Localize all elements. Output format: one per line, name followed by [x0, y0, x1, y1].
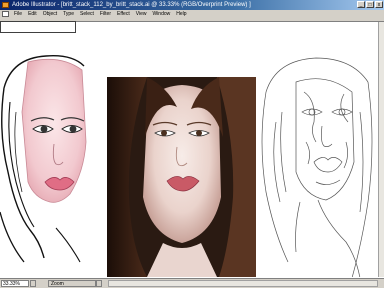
- window-controls: _ □ x: [357, 1, 383, 8]
- outline-line-art[interactable]: [256, 52, 381, 277]
- menu-help[interactable]: Help: [173, 10, 189, 19]
- artboard-canvas[interactable]: [0, 22, 384, 277]
- window-title: Adobe Illustrator - [britt_stack_112_by_…: [12, 2, 251, 8]
- close-button[interactable]: x: [375, 1, 383, 8]
- menu-edit[interactable]: Edit: [25, 10, 40, 19]
- menu-effect[interactable]: Effect: [114, 10, 133, 19]
- title-bar: Adobe Illustrator - [britt_stack_112_by_…: [0, 0, 384, 10]
- menu-object[interactable]: Object: [40, 10, 60, 19]
- menu-bar: File Edit Object Type Select Filter Effe…: [0, 10, 384, 19]
- status-bar: 33.33% Zoom: [0, 278, 384, 288]
- illustrator-app-icon[interactable]: [2, 2, 9, 8]
- menu-select[interactable]: Select: [77, 10, 97, 19]
- status-field: Zoom: [48, 280, 96, 287]
- maximize-button[interactable]: □: [366, 1, 374, 8]
- zoom-dropdown-arrow[interactable]: [30, 280, 36, 287]
- floating-panel[interactable]: [0, 21, 76, 33]
- minimize-button[interactable]: _: [357, 1, 365, 8]
- menu-window[interactable]: Window: [149, 10, 173, 19]
- vector-face-illustration[interactable]: [0, 52, 110, 277]
- horizontal-scrollbar[interactable]: [108, 280, 378, 287]
- vertical-scrollbar[interactable]: [378, 22, 384, 277]
- status-dropdown-arrow[interactable]: [96, 280, 102, 287]
- zoom-level-field[interactable]: 33.33%: [1, 280, 29, 287]
- menu-filter[interactable]: Filter: [97, 10, 114, 19]
- reference-photo[interactable]: [107, 77, 256, 277]
- document-icon[interactable]: [2, 11, 9, 17]
- menu-file[interactable]: File: [11, 10, 25, 19]
- menu-type[interactable]: Type: [60, 10, 77, 19]
- menu-view[interactable]: View: [133, 10, 150, 19]
